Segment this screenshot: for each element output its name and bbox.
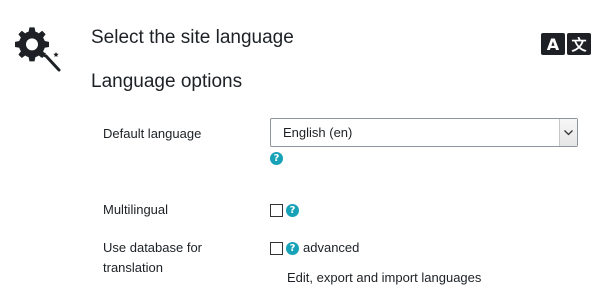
default-language-label: Default language	[103, 126, 202, 141]
gear-wand-icon	[12, 26, 64, 74]
multilingual-checkbox[interactable]	[270, 204, 283, 217]
help-icon[interactable]: ?	[286, 204, 299, 217]
multilingual-label: Multilingual	[103, 202, 169, 217]
translate-icon: A 文	[541, 33, 593, 55]
chevron-down-icon[interactable]	[559, 119, 577, 146]
translate-icon-latin: A	[547, 35, 560, 54]
edit-languages-link[interactable]: Edit, export and import languages	[287, 270, 481, 285]
help-icon[interactable]: ?	[270, 152, 283, 165]
section-title: Language options	[91, 71, 243, 92]
use-database-label: Use database for translation	[103, 240, 203, 275]
advanced-note: advanced	[303, 240, 360, 255]
use-database-checkbox[interactable]	[270, 242, 283, 255]
page: Select the site language A 文 Language op…	[0, 0, 608, 308]
default-language-select[interactable]: English (en)	[270, 118, 578, 147]
default-language-value: English (en)	[283, 125, 353, 140]
page-title: Select the site language	[91, 27, 294, 48]
translate-icon-cjk: 文	[571, 36, 587, 54]
help-icon[interactable]: ?	[286, 242, 299, 255]
